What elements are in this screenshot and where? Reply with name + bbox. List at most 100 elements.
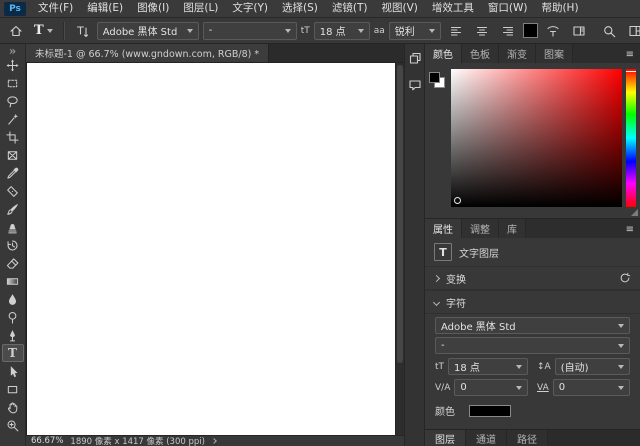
tool-type[interactable]: T bbox=[2, 344, 24, 362]
tool-lasso[interactable] bbox=[2, 92, 24, 110]
pen-icon bbox=[6, 329, 19, 342]
tab-swatches[interactable]: 色板 bbox=[462, 44, 499, 63]
menu-item-edit[interactable]: 编辑(E) bbox=[80, 0, 130, 17]
tab-libraries[interactable]: 库 bbox=[499, 219, 526, 238]
tool-rectangle[interactable] bbox=[2, 380, 24, 398]
tab-adjustments[interactable]: 调整 bbox=[462, 219, 499, 238]
character-section-header[interactable]: 字符 bbox=[425, 290, 640, 314]
zoom-icon bbox=[6, 419, 19, 432]
tool-eyedropper[interactable] bbox=[2, 164, 24, 182]
tab-layers[interactable]: 图层 bbox=[425, 430, 466, 446]
menu-item-select[interactable]: 选择(S) bbox=[275, 0, 325, 17]
zoom-level-field[interactable]: 66.67% bbox=[31, 436, 63, 446]
tool-pen[interactable] bbox=[2, 326, 24, 344]
home-icon[interactable] bbox=[5, 21, 27, 41]
anti-alias-select[interactable]: 锐利 bbox=[389, 22, 441, 40]
status-chevron-icon[interactable] bbox=[211, 438, 217, 444]
color-field-marker[interactable] bbox=[454, 197, 461, 204]
menu-item-type[interactable]: 文字(Y) bbox=[225, 0, 275, 17]
font-style-select[interactable]: - bbox=[203, 22, 297, 40]
warp-text-icon[interactable] bbox=[542, 21, 564, 41]
char-font-family-select[interactable]: Adobe 黑体 Std bbox=[435, 317, 630, 334]
text-color-swatch[interactable] bbox=[523, 23, 538, 38]
tool-gradient[interactable] bbox=[2, 272, 24, 290]
tool-magic-wand[interactable] bbox=[2, 110, 24, 128]
tool-crop[interactable] bbox=[2, 128, 24, 146]
comments-panel-icon[interactable] bbox=[406, 76, 424, 94]
brush-icon bbox=[6, 203, 19, 216]
tool-path-selection[interactable] bbox=[2, 362, 24, 380]
hue-slider-marker[interactable] bbox=[626, 71, 636, 72]
hand-icon bbox=[6, 401, 19, 414]
history-panel-icon[interactable] bbox=[406, 49, 424, 67]
font-size-select[interactable]: 18 点 bbox=[314, 22, 370, 40]
menu-item-file[interactable]: 文件(F) bbox=[31, 0, 80, 17]
document-canvas[interactable] bbox=[27, 63, 395, 435]
menu-item-window[interactable]: 窗口(W) bbox=[481, 0, 535, 17]
tab-patterns[interactable]: 图案 bbox=[536, 44, 573, 63]
menu-item-image[interactable]: 图像(I) bbox=[130, 0, 176, 17]
search-icon[interactable] bbox=[598, 21, 620, 41]
transform-section-header[interactable]: 变换 bbox=[425, 266, 640, 290]
canvas-area[interactable] bbox=[26, 63, 404, 435]
panel-menu-icon[interactable]: ≡ bbox=[626, 50, 640, 63]
chevron-down-icon bbox=[187, 29, 193, 33]
hue-slider[interactable] bbox=[626, 69, 636, 207]
foreground-color-swatch[interactable] bbox=[429, 72, 440, 83]
bottom-panel-tabs: 图层 通道 路径 bbox=[425, 429, 640, 446]
char-leading-select[interactable]: (自动) bbox=[555, 358, 630, 375]
chevron-down-icon bbox=[358, 29, 364, 33]
tool-blur[interactable] bbox=[2, 290, 24, 308]
workspace-switcher-icon[interactable] bbox=[624, 21, 640, 41]
char-size-select[interactable]: 18 点 bbox=[448, 358, 528, 375]
tool-history-brush[interactable] bbox=[2, 236, 24, 254]
photoshop-window: Ps 文件(F) 编辑(E) 图像(I) 图层(L) 文字(Y) 选择(S) 滤… bbox=[0, 0, 640, 446]
menu-item-layer[interactable]: 图层(L) bbox=[176, 0, 225, 17]
tool-dodge[interactable] bbox=[2, 308, 24, 326]
char-font-style-select[interactable]: - bbox=[435, 337, 630, 354]
saturation-brightness-field[interactable] bbox=[451, 69, 622, 207]
tab-gradients[interactable]: 渐变 bbox=[499, 44, 536, 63]
tool-eraser[interactable] bbox=[2, 254, 24, 272]
char-font-family-value: Adobe 黑体 Std bbox=[441, 318, 614, 333]
panel-menu-icon[interactable]: ≡ bbox=[626, 225, 640, 238]
tool-brush[interactable] bbox=[2, 200, 24, 218]
align-center-icon[interactable] bbox=[471, 21, 493, 41]
text-orientation-icon[interactable] bbox=[71, 21, 93, 41]
tool-marquee[interactable] bbox=[2, 74, 24, 92]
tool-move[interactable] bbox=[2, 56, 24, 74]
toolbar-collapse-icon[interactable]: » bbox=[9, 45, 17, 56]
char-kerning-select[interactable]: 0 bbox=[454, 379, 528, 396]
char-color-swatch[interactable] bbox=[469, 405, 511, 417]
tool-frame[interactable] bbox=[2, 146, 24, 164]
menu-item-plugins[interactable]: 增效工具 bbox=[425, 0, 481, 17]
menu-item-view[interactable]: 视图(V) bbox=[374, 0, 424, 17]
tool-preset-button[interactable]: T bbox=[31, 21, 56, 41]
status-bar: 66.67% 1890 像素 x 1417 像素 (300 ppi) bbox=[26, 435, 404, 446]
tab-properties[interactable]: 属性 bbox=[425, 219, 462, 238]
align-left-icon[interactable] bbox=[445, 21, 467, 41]
char-kerning-group: V/A 0 bbox=[435, 379, 528, 396]
menu-item-filter[interactable]: 滤镜(T) bbox=[325, 0, 375, 17]
tool-hand[interactable] bbox=[2, 398, 24, 416]
vertical-scrollbar[interactable] bbox=[395, 63, 404, 435]
lasso-icon bbox=[6, 95, 19, 108]
font-family-select[interactable]: Adobe 黑体 Std bbox=[97, 22, 199, 40]
tab-channels[interactable]: 通道 bbox=[466, 430, 507, 446]
document-tab[interactable]: 未标题-1 @ 66.7% (www.gndown.com, RGB/8) * bbox=[26, 44, 269, 62]
ps-logo[interactable]: Ps bbox=[4, 2, 26, 16]
toggle-panels-icon[interactable] bbox=[568, 21, 590, 41]
menu-item-help[interactable]: 帮助(H) bbox=[534, 0, 585, 17]
tool-zoom[interactable] bbox=[2, 416, 24, 434]
char-tracking-select[interactable]: 0 bbox=[553, 379, 630, 396]
reset-icon[interactable] bbox=[619, 272, 631, 284]
marquee-icon bbox=[6, 77, 19, 90]
align-right-icon[interactable] bbox=[497, 21, 519, 41]
tool-spot-healing[interactable] bbox=[2, 182, 24, 200]
tab-color[interactable]: 颜色 bbox=[425, 44, 462, 63]
gradient-icon bbox=[6, 275, 19, 288]
tool-clone-stamp[interactable] bbox=[2, 218, 24, 236]
vertical-scrollbar-thumb[interactable] bbox=[397, 65, 403, 363]
tab-paths[interactable]: 路径 bbox=[507, 430, 548, 446]
resize-grip-icon[interactable] bbox=[631, 209, 638, 216]
